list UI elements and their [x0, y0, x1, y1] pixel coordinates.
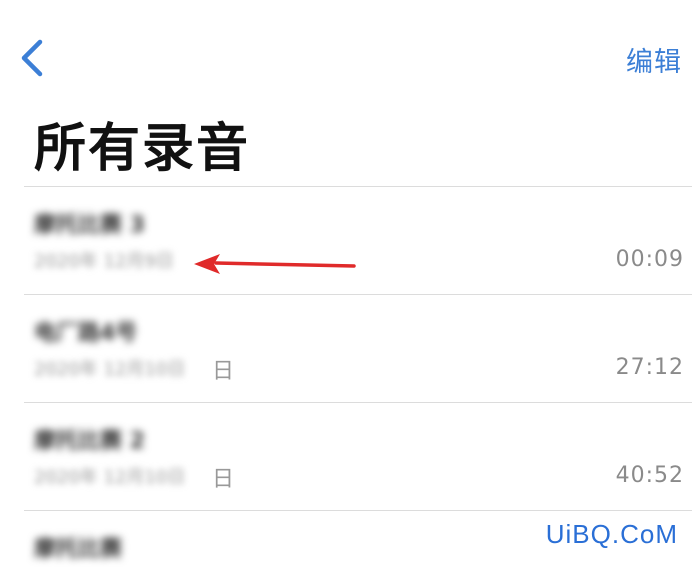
- recording-date: 2020年 12月10日: [34, 467, 186, 488]
- list-item[interactable]: 电厂路4号 2020年 12月10日 日 27:12: [24, 294, 692, 402]
- recording-date: 2020年 12月9日: [34, 251, 174, 272]
- red-arrow-icon: [194, 254, 356, 274]
- list-item[interactable]: 摩托比赛 3 2020年 12月9日 00:09: [24, 186, 692, 294]
- recording-name: 电厂路4号: [34, 321, 138, 346]
- recording-duration: 40:52: [615, 463, 684, 488]
- chevron-left-icon[interactable]: [16, 38, 50, 78]
- recordings-list: 摩托比赛 3 2020年 12月9日 00:09 电厂路4号 2020年 12月…: [24, 186, 692, 571]
- page-title: 所有录音: [34, 119, 251, 179]
- recording-name: 摩托比赛 2: [34, 429, 145, 454]
- recording-duration: 00:09: [615, 247, 684, 272]
- recording-date-tail: 日: [212, 467, 235, 492]
- watermark-text: UiBQ.CoM: [545, 519, 678, 549]
- list-item[interactable]: 摩托比赛 2 2020年 12月10日 日 40:52: [24, 402, 692, 510]
- recording-name: 摩托比赛: [34, 537, 123, 562]
- recording-duration: 27:12: [615, 355, 684, 380]
- recording-date: 2020年 12月10日: [34, 359, 186, 380]
- recording-name: 摩托比赛 3: [34, 213, 145, 238]
- recording-date-tail: 日: [212, 359, 235, 384]
- edit-button[interactable]: 编辑: [626, 40, 682, 79]
